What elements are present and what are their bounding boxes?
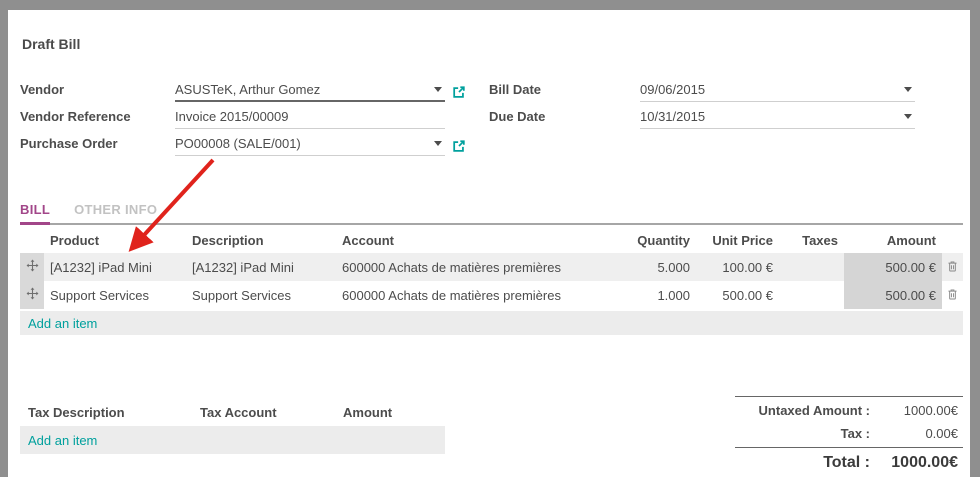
tax-row: Tax : 0.00€ <box>735 422 963 445</box>
product-cell[interactable]: [A1232] iPad Mini <box>44 253 186 281</box>
amount-column-header: Amount <box>844 228 942 253</box>
unit-price-cell[interactable]: 100.00 € <box>696 253 779 281</box>
bill-date-row: Bill Date 09/06/2015 <box>489 75 919 102</box>
bill-date-label: Bill Date <box>489 82 640 102</box>
amount-cell: 500.00 € <box>844 281 942 309</box>
tab-bill[interactable]: BILL <box>20 200 50 225</box>
description-cell[interactable]: [A1232] iPad Mini <box>186 253 336 281</box>
quantity-cell[interactable]: 5.000 <box>620 253 696 281</box>
vendor-reference-label: Vendor Reference <box>20 109 175 129</box>
table-row[interactable]: Support Services Support Services 600000… <box>20 281 963 309</box>
table-row[interactable]: [A1232] iPad Mini [A1232] iPad Mini 6000… <box>20 253 963 281</box>
taxes-column-header: Taxes <box>779 228 844 253</box>
delete-line-icon[interactable] <box>942 253 963 281</box>
purchase-order-value[interactable]: PO00008 (SALE/001) <box>175 136 301 151</box>
unit-price-column-header: Unit Price <box>696 228 779 253</box>
unit-price-cell[interactable]: 500.00 € <box>696 281 779 309</box>
table-header-row: Product Description Account Quantity Uni… <box>20 228 963 253</box>
untaxed-amount-value: 1000.00€ <box>870 403 958 418</box>
quantity-column-header: Quantity <box>620 228 696 253</box>
bill-date-field[interactable]: 09/06/2015 <box>640 82 915 102</box>
total-label: Total : <box>735 454 870 472</box>
quantity-cell[interactable]: 1.000 <box>620 281 696 309</box>
untaxed-amount-label: Untaxed Amount : <box>735 403 870 418</box>
vendor-reference-value[interactable]: Invoice 2015/00009 <box>175 109 288 124</box>
tab-other-info[interactable]: OTHER INFO <box>74 200 157 223</box>
tax-amount-column-header: Amount <box>343 405 445 420</box>
notebook-tabs: BILL OTHER INFO <box>20 200 963 225</box>
drag-handle-icon[interactable] <box>20 253 44 281</box>
chevron-down-icon[interactable] <box>434 141 442 146</box>
purchase-order-label: Purchase Order <box>20 136 175 156</box>
total-value: 1000.00€ <box>870 454 958 472</box>
vendor-label: Vendor <box>20 82 175 102</box>
delete-line-icon[interactable] <box>942 281 963 309</box>
account-cell[interactable]: 600000 Achats de matières premières <box>336 253 620 281</box>
purchase-order-field[interactable]: PO00008 (SALE/001) <box>175 136 445 156</box>
chevron-down-icon[interactable] <box>904 87 912 92</box>
vendor-reference-row: Vendor Reference Invoice 2015/00009 <box>20 102 495 129</box>
external-link-icon[interactable] <box>452 139 466 153</box>
due-date-value[interactable]: 10/31/2015 <box>640 109 705 124</box>
purchase-order-row: Purchase Order PO00008 (SALE/001) <box>20 129 495 156</box>
amount-cell: 500.00 € <box>844 253 942 281</box>
handle-column-header <box>20 228 44 253</box>
chevron-down-icon[interactable] <box>904 114 912 119</box>
vendor-reference-field[interactable]: Invoice 2015/00009 <box>175 109 445 129</box>
tax-label: Tax : <box>735 426 870 441</box>
due-date-field[interactable]: 10/31/2015 <box>640 109 915 129</box>
tax-account-column-header: Tax Account <box>200 405 343 420</box>
account-cell[interactable]: 600000 Achats de matières premières <box>336 281 620 309</box>
tax-add-item-link[interactable]: Add an item <box>20 433 97 448</box>
drag-handle-icon[interactable] <box>20 281 44 309</box>
form-left-column: Vendor ASUSTeK, Arthur Gomez Vendor Refe… <box>20 75 495 156</box>
description-column-header: Description <box>186 228 336 253</box>
product-column-header: Product <box>44 228 186 253</box>
account-column-header: Account <box>336 228 620 253</box>
tax-lines-section: Tax Description Tax Account Amount Add a… <box>20 405 445 454</box>
window-frame: Draft Bill Vendor ASUSTeK, Arthur Gomez … <box>0 0 980 477</box>
tax-value: 0.00€ <box>870 426 958 441</box>
due-date-label: Due Date <box>489 109 640 129</box>
tax-description-column-header: Tax Description <box>20 405 200 420</box>
external-link-icon[interactable] <box>452 85 466 99</box>
taxes-cell[interactable] <box>779 253 844 281</box>
untaxed-amount-row: Untaxed Amount : 1000.00€ <box>735 399 963 422</box>
page-title: Draft Bill <box>22 36 80 52</box>
add-item-link[interactable]: Add an item <box>20 316 97 331</box>
taxes-cell[interactable] <box>779 281 844 309</box>
product-cell[interactable]: Support Services <box>44 281 186 309</box>
bill-date-value[interactable]: 09/06/2015 <box>640 82 705 97</box>
add-item-row: Add an item <box>20 311 963 335</box>
invoice-lines-section: Product Description Account Quantity Uni… <box>20 228 963 335</box>
tax-add-item-row: Add an item <box>20 426 445 454</box>
due-date-row: Due Date 10/31/2015 <box>489 102 919 129</box>
total-row: Total : 1000.00€ <box>735 448 963 476</box>
actions-column-header <box>942 228 963 253</box>
totals-panel: Untaxed Amount : 1000.00€ Tax : 0.00€ To… <box>735 396 963 476</box>
vendor-value[interactable]: ASUSTeK, Arthur Gomez <box>175 82 320 97</box>
tax-table-header: Tax Description Tax Account Amount <box>20 405 445 426</box>
vendor-field[interactable]: ASUSTeK, Arthur Gomez <box>175 82 445 102</box>
description-cell[interactable]: Support Services <box>186 281 336 309</box>
chevron-down-icon[interactable] <box>434 87 442 92</box>
vendor-row: Vendor ASUSTeK, Arthur Gomez <box>20 75 495 102</box>
draft-bill-form: Draft Bill Vendor ASUSTeK, Arthur Gomez … <box>8 10 970 477</box>
invoice-lines-table: Product Description Account Quantity Uni… <box>20 228 963 309</box>
form-right-column: Bill Date 09/06/2015 Due Date 10/31/2015 <box>489 75 919 129</box>
